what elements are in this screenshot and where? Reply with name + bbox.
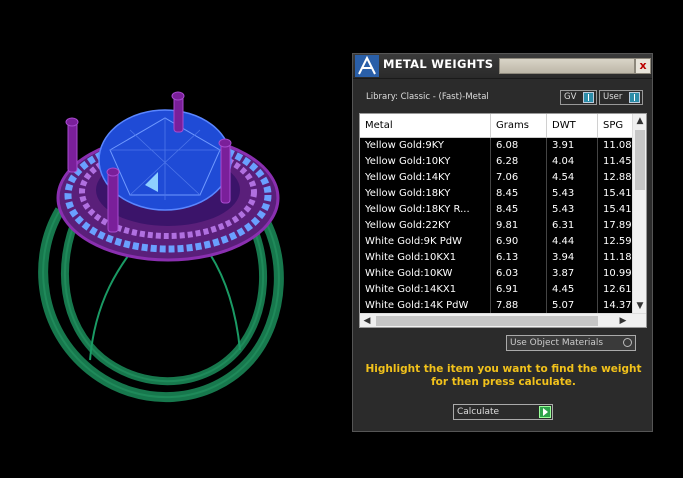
close-button[interactable]: x <box>635 58 651 74</box>
instruction-text: Highlight the item you want to find the … <box>365 363 642 388</box>
cell-metal: Yellow Gold:10KY <box>360 154 491 170</box>
table-body: Yellow Gold:9KY 6.08 3.91 11.08 Yellow Gold:… <box>360 138 632 313</box>
table-row[interactable]: White Gold:10KX1 6.13 3.94 11.18 <box>360 250 632 266</box>
scroll-down-icon[interactable]: ▼ <box>633 299 646 313</box>
center-gem <box>98 109 232 211</box>
cell-grams: 8.45 <box>491 186 547 202</box>
ring-model <box>38 91 284 403</box>
cell-metal: Yellow Gold:22KY <box>360 218 491 234</box>
cell-dwt: 3.91 <box>547 138 598 154</box>
metal-table[interactable]: Metal Grams DWT SPG Yellow Gold:9KY 6.08 3… <box>359 113 647 328</box>
calculate-label: Calculate <box>457 407 500 417</box>
table-row[interactable]: White Gold:10KW 6.03 3.87 10.99 <box>360 266 632 282</box>
cell-spg: 11.45 <box>603 156 632 167</box>
cell-spg: 15.41 <box>603 204 632 215</box>
cell-grams: 7.06 <box>491 170 547 186</box>
cell-spg: 11.08 <box>603 140 632 151</box>
vertical-scrollbar[interactable]: ▲ ▼ <box>632 114 646 313</box>
table-row[interactable]: Yellow Gold:14KY 7.06 4.54 12.88 <box>360 170 632 186</box>
cell-grams: 6.28 <box>491 154 547 170</box>
horizontal-scrollbar[interactable]: ◀ ▶ <box>360 313 646 327</box>
horizontal-scroll-thumb[interactable] <box>376 316 598 326</box>
table-header: Metal Grams DWT SPG <box>360 114 638 138</box>
cell-spg: 15.41 <box>603 188 632 199</box>
metal-weights-panel: METAL WEIGHTS x Library: Classic - (Fast… <box>352 53 653 432</box>
user-toggle[interactable]: User <box>599 90 643 105</box>
titlebar-grip[interactable] <box>499 58 635 74</box>
cell-spg: 17.89 <box>603 220 632 231</box>
column-header-metal[interactable]: Metal <box>360 114 491 137</box>
cell-spg: 12.61 <box>603 284 632 295</box>
cell-spg: 11.18 <box>603 252 632 263</box>
cell-dwt: 4.04 <box>547 154 598 170</box>
table-row[interactable]: Yellow Gold:9KY 6.08 3.91 11.08 <box>360 138 632 154</box>
table-row[interactable]: Yellow Gold:18KY R... 8.45 5.43 15.41 <box>360 202 632 218</box>
scroll-left-icon[interactable]: ◀ <box>360 314 374 327</box>
radio-icon[interactable] <box>623 338 632 347</box>
scroll-right-icon[interactable]: ▶ <box>616 314 630 327</box>
cell-metal: Yellow Gold:18KY <box>360 186 491 202</box>
scroll-up-icon[interactable]: ▲ <box>633 114 646 128</box>
cell-metal: Yellow Gold:9KY <box>360 138 491 154</box>
toggle-indicator-icon <box>583 92 594 103</box>
use-object-materials-option[interactable]: Use Object Materials <box>506 335 636 351</box>
toggle-indicator-icon <box>629 92 640 103</box>
cell-grams: 7.88 <box>491 298 547 313</box>
cell-metal: Yellow Gold:14KY <box>360 170 491 186</box>
cell-grams: 6.90 <box>491 234 547 250</box>
cell-dwt: 4.44 <box>547 234 598 250</box>
cell-metal: White Gold:10KW <box>360 266 491 282</box>
cell-dwt: 6.31 <box>547 218 598 234</box>
table-row[interactable]: White Gold:9K PdW 6.90 4.44 12.59 <box>360 234 632 250</box>
column-header-grams[interactable]: Grams <box>491 114 547 137</box>
cell-dwt: 4.54 <box>547 170 598 186</box>
panel-titlebar[interactable]: METAL WEIGHTS x <box>353 54 652 79</box>
cell-grams: 8.45 <box>491 202 547 218</box>
panel-title: METAL WEIGHTS <box>383 57 494 71</box>
calculate-button[interactable]: Calculate <box>453 404 553 420</box>
cell-grams: 9.81 <box>491 218 547 234</box>
cell-grams: 6.03 <box>491 266 547 282</box>
use-object-materials-label: Use Object Materials <box>510 338 604 348</box>
cell-spg: 12.88 <box>603 172 632 183</box>
cell-spg: 12.59 <box>603 236 632 247</box>
table-row[interactable]: Yellow Gold:22KY 9.81 6.31 17.89 <box>360 218 632 234</box>
vertical-scroll-thumb[interactable] <box>635 130 645 190</box>
column-header-dwt[interactable]: DWT <box>547 114 598 137</box>
user-toggle-label: User <box>603 92 623 102</box>
cell-metal: White Gold:9K PdW <box>360 234 491 250</box>
play-icon <box>539 406 551 418</box>
table-row[interactable]: White Gold:14K PdW 7.88 5.07 14.37 <box>360 298 632 313</box>
table-row[interactable]: White Gold:14KX1 6.91 4.45 12.61 <box>360 282 632 298</box>
cell-dwt: 5.07 <box>547 298 598 313</box>
cell-dwt: 3.87 <box>547 266 598 282</box>
cell-grams: 6.91 <box>491 282 547 298</box>
app-logo-icon <box>355 55 379 77</box>
cell-spg: 14.37 <box>603 300 632 311</box>
cell-metal: White Gold:10KX1 <box>360 250 491 266</box>
cell-metal: White Gold:14K PdW <box>360 298 491 313</box>
cell-spg: 10.99 <box>603 268 632 279</box>
cell-grams: 6.13 <box>491 250 547 266</box>
gv-toggle[interactable]: GV <box>560 90 597 105</box>
cell-grams: 6.08 <box>491 138 547 154</box>
3d-viewport[interactable] <box>0 0 352 474</box>
table-row[interactable]: Yellow Gold:10KY 6.28 4.04 11.45 <box>360 154 632 170</box>
cell-metal: Yellow Gold:18KY R... <box>360 202 491 218</box>
cell-dwt: 3.94 <box>547 250 598 266</box>
table-row[interactable]: Yellow Gold:18KY 8.45 5.43 15.41 <box>360 186 632 202</box>
cell-dwt: 5.43 <box>547 202 598 218</box>
cell-metal: White Gold:14KX1 <box>360 282 491 298</box>
cell-dwt: 5.43 <box>547 186 598 202</box>
cell-dwt: 4.45 <box>547 282 598 298</box>
gv-toggle-label: GV <box>564 92 577 102</box>
library-label: Library: Classic - (Fast)-Metal <box>366 92 489 102</box>
